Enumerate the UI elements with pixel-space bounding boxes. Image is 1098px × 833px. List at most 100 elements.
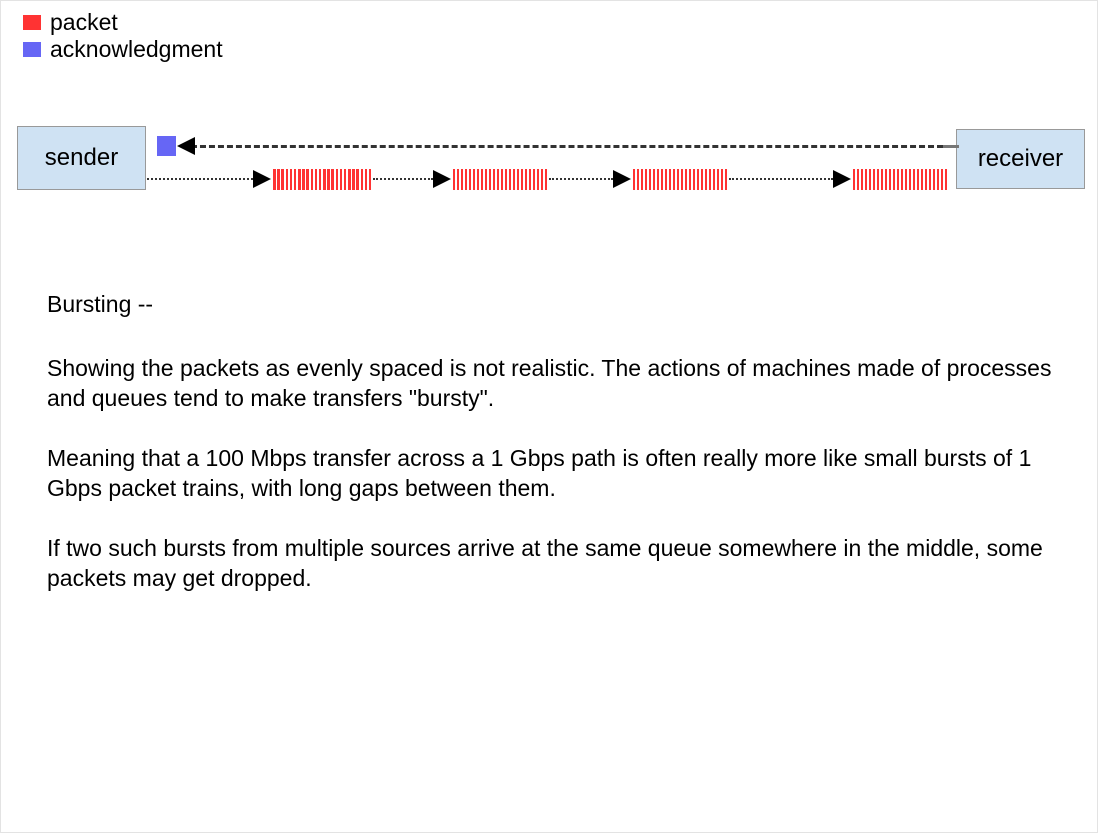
packet-bar: [865, 169, 868, 190]
packet-bar: [857, 169, 860, 190]
packet-bar: [917, 169, 920, 190]
packet-bar: [645, 169, 648, 190]
packet-bar: [925, 169, 928, 190]
acknowledgment-block: [157, 136, 176, 156]
packet-bar: [641, 169, 644, 190]
paragraph-2: Meaning that a 100 Mbps transfer across …: [47, 445, 1032, 501]
packet-bar: [493, 169, 496, 190]
sender-label: sender: [44, 144, 119, 171]
body-text: Bursting -- Showing the packets as evenl…: [47, 289, 1067, 623]
packet-bar: [327, 169, 330, 190]
packet-bar: [889, 169, 892, 190]
packet-dotted-line-2: [549, 178, 613, 180]
packet-bar: [929, 169, 932, 190]
packet-bar: [525, 169, 528, 190]
packet-bar: [689, 169, 692, 190]
packet-bar: [713, 169, 716, 190]
packet-bar: [633, 169, 636, 190]
packet-bar: [485, 169, 488, 190]
packet-bar: [913, 169, 916, 190]
packet-bar: [281, 169, 284, 190]
packet-bar: [665, 169, 668, 190]
packet-dotted-line-0: [147, 178, 253, 180]
packet-arrowhead-icon-0: [253, 170, 271, 188]
packet-bar: [685, 169, 688, 190]
packet-bar: [302, 169, 305, 190]
packet-bar: [897, 169, 900, 190]
packet-train-4: [853, 169, 949, 190]
packet-bar: [368, 169, 372, 190]
packet-bar: [529, 169, 532, 190]
packet-bar: [513, 169, 516, 190]
packet-bar: [360, 169, 364, 190]
packet-arrowhead-icon-2: [613, 170, 631, 188]
packet-bar: [339, 169, 343, 190]
sender-node: sender: [17, 126, 146, 190]
packet-bar: [343, 169, 347, 190]
slide-page: packet acknowledgment sender receiver Bu…: [0, 0, 1098, 833]
packet-bar: [861, 169, 864, 190]
packet-bar: [509, 169, 512, 190]
ack-dashed-line: [191, 145, 943, 148]
packet-bar: [893, 169, 896, 190]
packet-bar: [364, 169, 368, 190]
packet-bar: [352, 169, 355, 190]
packet-bar: [505, 169, 508, 190]
packet-bar: [356, 169, 359, 190]
packet-bar: [657, 169, 660, 190]
packet-bar: [693, 169, 696, 190]
packet-bar: [881, 169, 884, 190]
packet-bar: [921, 169, 924, 190]
packet-bar: [348, 169, 351, 190]
packet-bar: [661, 169, 664, 190]
packet-bar: [469, 169, 472, 190]
packet-bar: [637, 169, 640, 190]
packet-bar: [545, 169, 548, 190]
section-heading: Bursting --: [47, 291, 154, 317]
packet-arrowhead-icon-3: [833, 170, 851, 188]
packet-bar: [681, 169, 684, 190]
ack-arrowhead-icon: [177, 137, 195, 155]
packet-bar: [725, 169, 728, 190]
packet-bar: [497, 169, 500, 190]
packet-bar: [331, 169, 334, 190]
packet-dotted-line-3: [729, 178, 833, 180]
packet-bar: [669, 169, 672, 190]
packet-bar: [298, 169, 301, 190]
packet-bar: [335, 169, 339, 190]
packet-bar: [905, 169, 908, 190]
packet-bar: [649, 169, 652, 190]
packet-bar: [314, 169, 318, 190]
packet-bar: [285, 169, 289, 190]
packet-bar: [473, 169, 476, 190]
packet-bar: [877, 169, 880, 190]
packet-bar: [941, 169, 944, 190]
packet-bar: [901, 169, 904, 190]
packet-bar: [481, 169, 484, 190]
ack-line-stub: [941, 145, 959, 148]
packet-bar: [853, 169, 856, 190]
packet-bar: [465, 169, 468, 190]
packet-bar: [453, 169, 456, 190]
packet-bar: [306, 169, 309, 190]
packet-bar: [310, 169, 314, 190]
packet-bar: [457, 169, 460, 190]
packet-bar: [697, 169, 700, 190]
packet-train-2: [453, 169, 549, 190]
packet-bar: [277, 169, 280, 190]
packet-bar: [517, 169, 520, 190]
packet-bar: [885, 169, 888, 190]
packet-train-3: [633, 169, 729, 190]
packet-bar: [653, 169, 656, 190]
packet-bar: [489, 169, 492, 190]
packet-bar: [501, 169, 504, 190]
packet-bar: [945, 169, 948, 190]
packet-bar: [541, 169, 544, 190]
packet-bar: [933, 169, 936, 190]
packet-bar: [909, 169, 912, 190]
packet-bar: [677, 169, 680, 190]
packet-bar: [705, 169, 708, 190]
packet-bar: [937, 169, 940, 190]
receiver-label: receiver: [977, 145, 1064, 172]
packet-bar: [709, 169, 712, 190]
